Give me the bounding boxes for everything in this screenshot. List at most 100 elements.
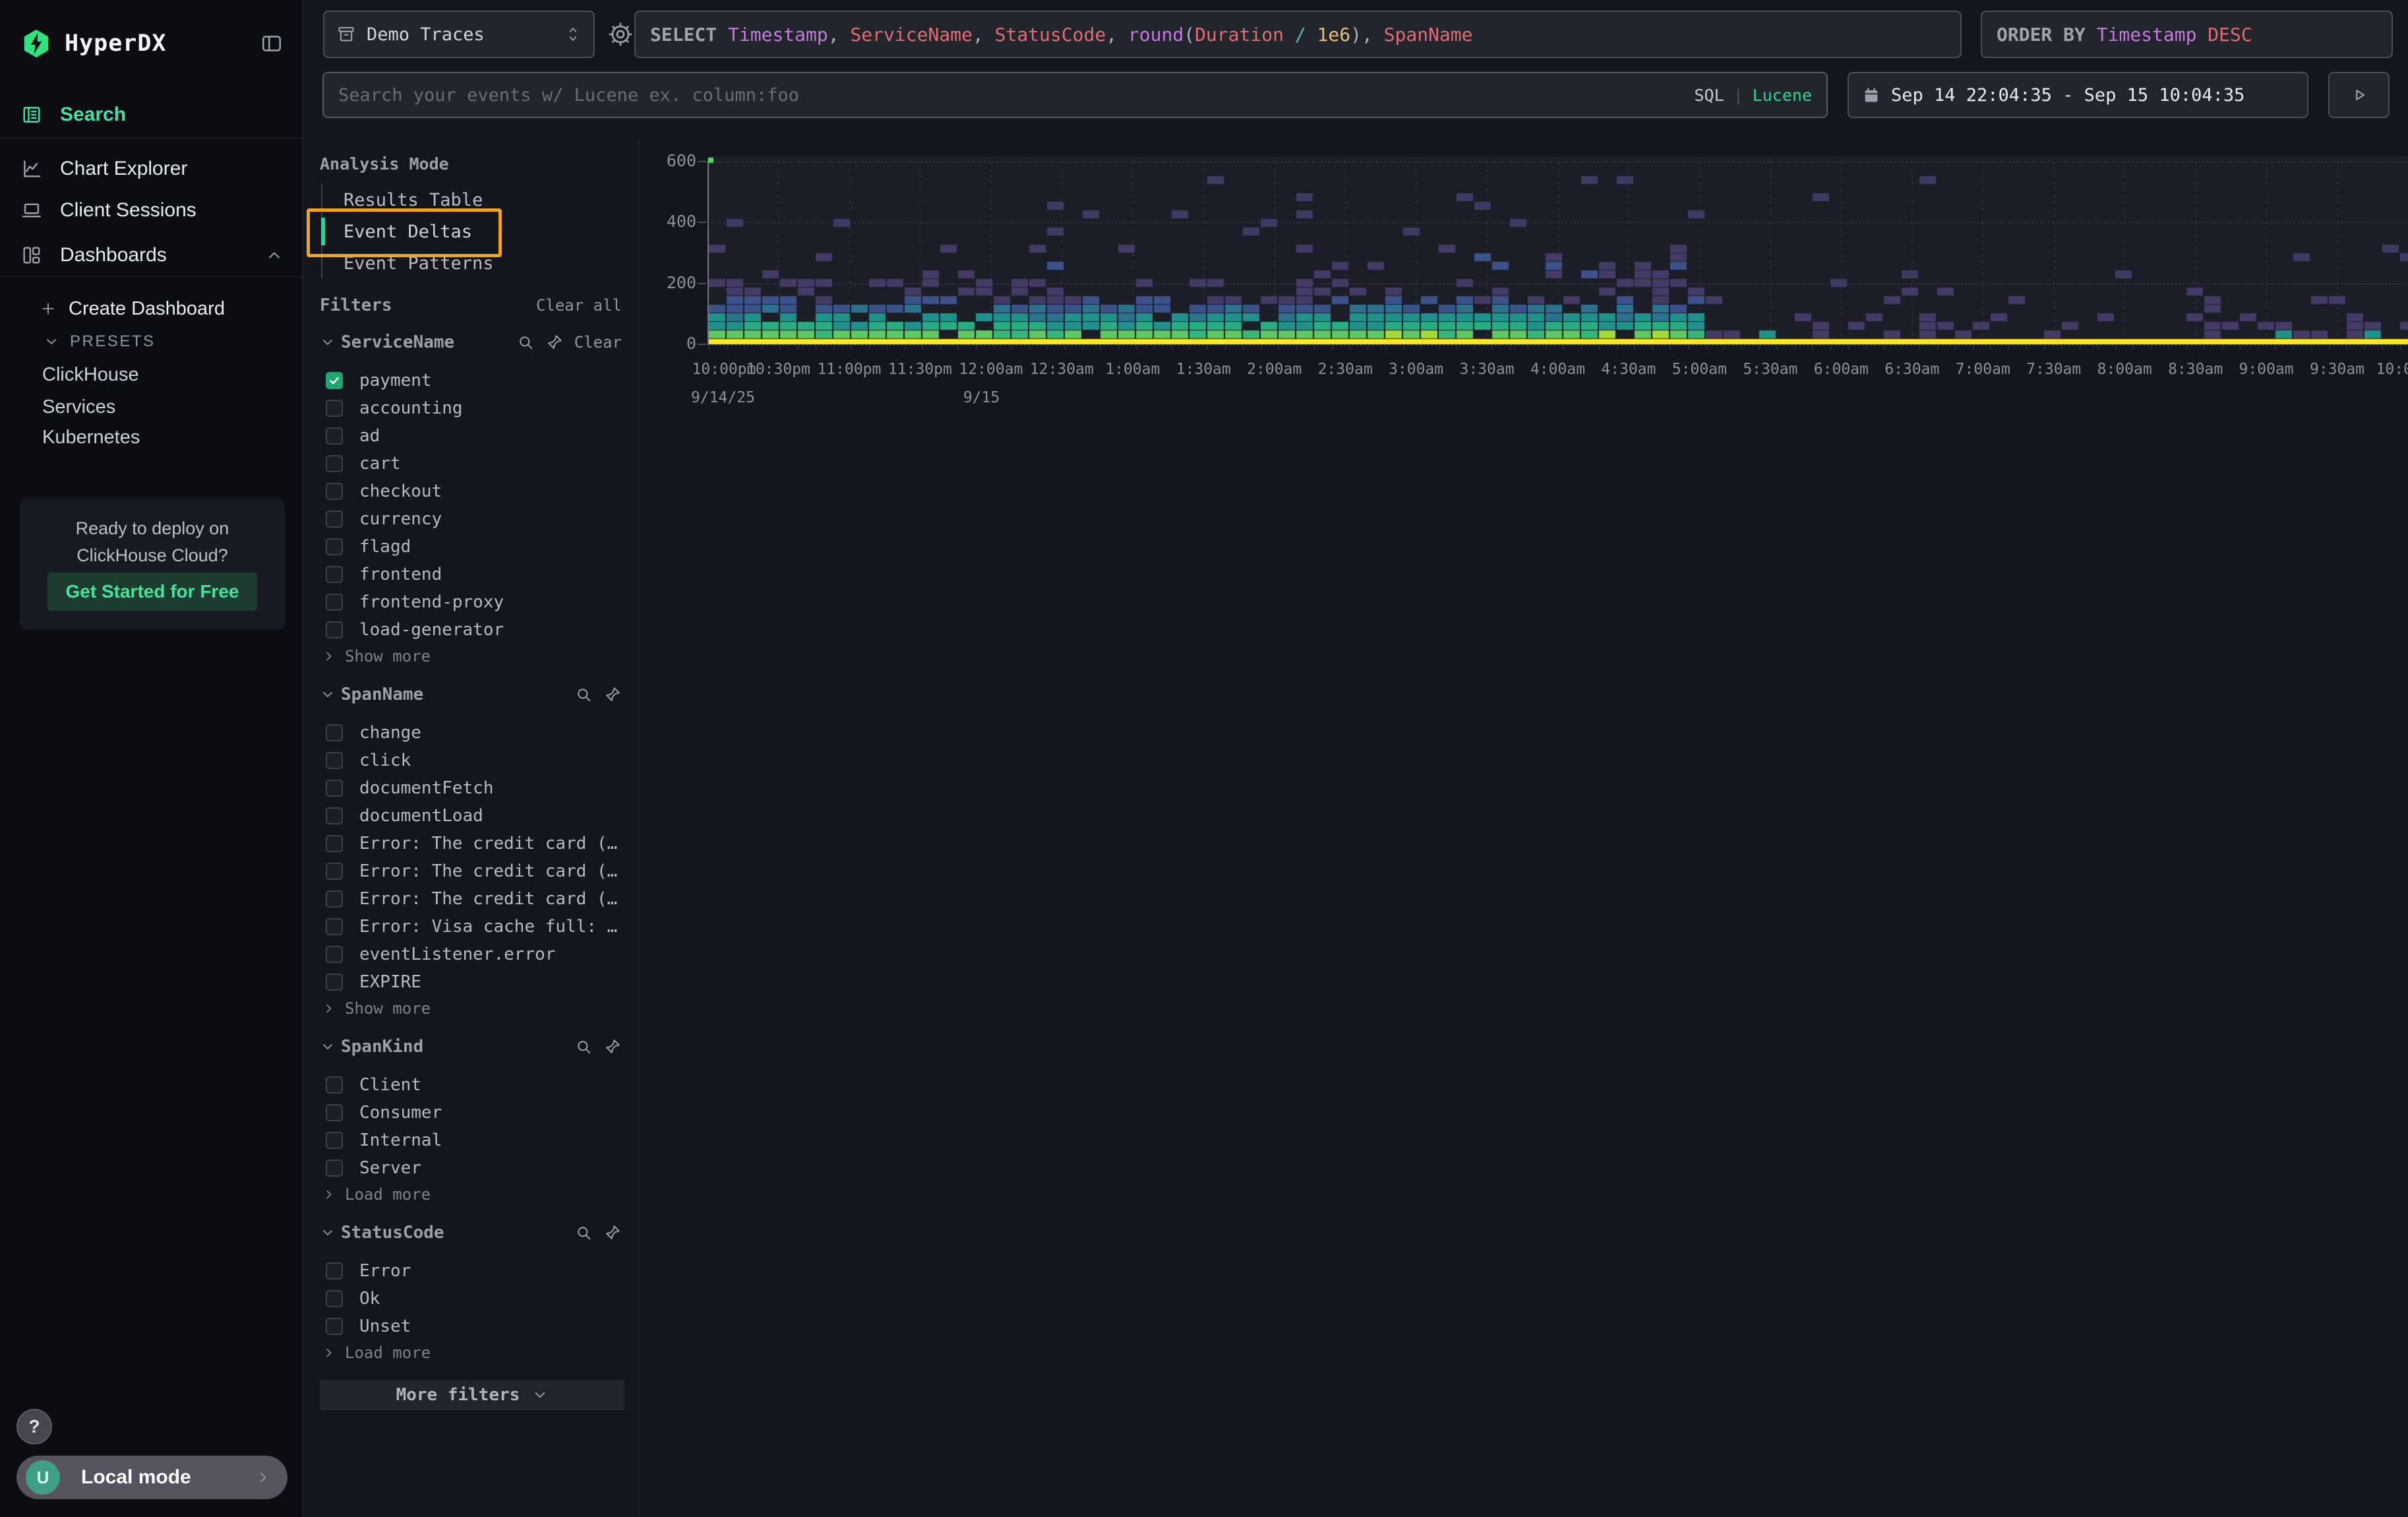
sidebar-item-services[interactable]: Services: [0, 392, 303, 422]
filter-option-accounting[interactable]: accounting: [320, 394, 622, 422]
checkbox-unchecked[interactable]: [326, 427, 343, 445]
filter-option-load-generator[interactable]: load-generator: [320, 616, 622, 644]
load-more-button[interactable]: Load more: [320, 1183, 622, 1206]
pin-icon[interactable]: [603, 1037, 622, 1056]
filter-option-documentfetch[interactable]: documentFetch: [320, 774, 622, 802]
sidebar-item-search[interactable]: Search: [0, 96, 303, 134]
filter-option-frontend[interactable]: frontend: [320, 561, 622, 588]
source-select[interactable]: Demo Traces: [323, 11, 595, 58]
pin-icon[interactable]: [545, 333, 564, 352]
checkbox-unchecked[interactable]: [326, 1160, 343, 1177]
analysis-mode-option-event-deltas[interactable]: Event Deltas: [322, 216, 622, 247]
lucene-toggle[interactable]: Lucene: [1753, 86, 1812, 105]
sidebar-item-clickhouse[interactable]: ClickHouse: [0, 359, 303, 390]
checkbox-unchecked[interactable]: [326, 455, 343, 472]
checkbox-unchecked[interactable]: [326, 1076, 343, 1094]
filter-option-internal[interactable]: Internal: [320, 1127, 622, 1154]
filter-option-consumer[interactable]: Consumer: [320, 1099, 622, 1127]
filter-option-error[interactable]: Error: [320, 1257, 622, 1285]
filter-option-checkout[interactable]: checkout: [320, 478, 622, 505]
show-more-button[interactable]: Show more: [320, 997, 622, 1020]
search-icon[interactable]: [516, 333, 535, 352]
filter-option-change[interactable]: change: [320, 719, 622, 747]
clear-filter-button[interactable]: Clear: [574, 333, 622, 352]
clear-all-button[interactable]: Clear all: [536, 296, 622, 315]
sidebar-item-client-sessions[interactable]: Client Sessions: [0, 191, 303, 230]
checkbox-unchecked[interactable]: [326, 1132, 343, 1149]
checkbox-unchecked[interactable]: [326, 1104, 343, 1121]
checkbox-unchecked[interactable]: [326, 780, 343, 797]
filter-option-ad[interactable]: ad: [320, 422, 622, 450]
chevron-down-icon[interactable]: [320, 687, 336, 702]
filter-option-error-visa-cache-full[interactable]: Error: Visa cache full: …: [320, 913, 622, 941]
chevron-right-icon[interactable]: [322, 650, 336, 663]
select-clause-input[interactable]: SELECT Timestamp, ServiceName, StatusCod…: [634, 11, 1962, 58]
filter-option-ok[interactable]: Ok: [320, 1285, 622, 1313]
checkbox-unchecked[interactable]: [326, 835, 343, 852]
checkbox-unchecked[interactable]: [326, 1318, 343, 1335]
analysis-mode-option-event-patterns[interactable]: Event Patterns: [322, 247, 622, 279]
checkbox-unchecked[interactable]: [326, 594, 343, 611]
checkbox-unchecked[interactable]: [326, 566, 343, 583]
source-settings-button[interactable]: [608, 21, 634, 47]
order-by-input[interactable]: ORDER BY Timestamp DESC: [1981, 11, 2393, 58]
chevron-down-icon[interactable]: [320, 1225, 336, 1241]
chevron-down-icon[interactable]: [320, 334, 336, 350]
sidebar-item-kubernetes[interactable]: Kubernetes: [0, 422, 303, 452]
filter-option-currency[interactable]: currency: [320, 505, 622, 533]
filter-option-eventlistener-error[interactable]: eventListener.error: [320, 941, 622, 968]
chevron-right-icon[interactable]: [322, 1346, 336, 1359]
checkbox-unchecked[interactable]: [326, 946, 343, 963]
filter-option-documentload[interactable]: documentLoad: [320, 802, 622, 830]
create-dashboard-button[interactable]: Create Dashboard: [0, 293, 303, 325]
filter-option-unset[interactable]: Unset: [320, 1313, 622, 1340]
checkbox-unchecked[interactable]: [326, 890, 343, 908]
checkbox-unchecked[interactable]: [326, 974, 343, 991]
filter-option-expire[interactable]: EXPIRE: [320, 968, 622, 996]
load-more-button[interactable]: Load more: [320, 1342, 622, 1364]
chevron-right-icon[interactable]: [322, 1188, 336, 1201]
filter-option-click[interactable]: click: [320, 747, 622, 774]
get-started-button[interactable]: Get Started for Free: [47, 573, 257, 611]
checkbox-unchecked[interactable]: [326, 1290, 343, 1307]
sidebar-collapse-icon[interactable]: [260, 32, 284, 55]
filter-option-frontend-proxy[interactable]: frontend-proxy: [320, 588, 622, 616]
pin-icon[interactable]: [603, 1223, 622, 1242]
filter-option-flagd[interactable]: flagd: [320, 533, 622, 561]
checkbox-unchecked[interactable]: [326, 511, 343, 528]
filter-option-error-the-credit-card[interactable]: Error: The credit card (…: [320, 885, 622, 913]
filter-option-cart[interactable]: cart: [320, 450, 622, 478]
checkbox-unchecked[interactable]: [326, 538, 343, 555]
checkbox-unchecked[interactable]: [326, 918, 343, 935]
filter-option-error-the-credit-card[interactable]: Error: The credit card (…: [320, 830, 622, 857]
more-filters-button[interactable]: More filters: [320, 1380, 625, 1410]
search-icon[interactable]: [574, 685, 593, 704]
checkbox-unchecked[interactable]: [326, 724, 343, 741]
filter-option-client[interactable]: Client: [320, 1071, 622, 1099]
checkbox-unchecked[interactable]: [326, 621, 343, 638]
checkbox-unchecked[interactable]: [326, 863, 343, 880]
checkbox-unchecked[interactable]: [326, 807, 343, 824]
analysis-mode-option-results-table[interactable]: Results Table: [322, 184, 622, 216]
user-menu-pill[interactable]: U Local mode: [16, 1456, 287, 1499]
chevron-right-icon[interactable]: [322, 1002, 336, 1015]
checkbox-unchecked[interactable]: [326, 400, 343, 417]
checkbox-unchecked[interactable]: [326, 752, 343, 769]
sidebar-item-dashboards[interactable]: Dashboards: [0, 236, 303, 274]
help-button[interactable]: ?: [16, 1409, 52, 1444]
search-icon[interactable]: [574, 1223, 593, 1242]
search-icon[interactable]: [574, 1037, 593, 1056]
search-input[interactable]: [338, 85, 1694, 106]
chevron-down-icon[interactable]: [320, 1039, 336, 1055]
checkbox-checked[interactable]: [326, 372, 343, 389]
filter-option-server[interactable]: Server: [320, 1154, 622, 1182]
pin-icon[interactable]: [603, 685, 622, 704]
heatmap-canvas[interactable]: [707, 156, 2408, 354]
show-more-button[interactable]: Show more: [320, 645, 622, 667]
filter-option-error-the-credit-card[interactable]: Error: The credit card (…: [320, 857, 622, 885]
run-query-button[interactable]: [2328, 72, 2390, 118]
sidebar-item-chart-explorer[interactable]: Chart Explorer: [0, 150, 303, 188]
checkbox-unchecked[interactable]: [326, 1262, 343, 1280]
filter-option-payment[interactable]: payment: [320, 367, 622, 394]
sql-toggle[interactable]: SQL: [1694, 86, 1724, 105]
